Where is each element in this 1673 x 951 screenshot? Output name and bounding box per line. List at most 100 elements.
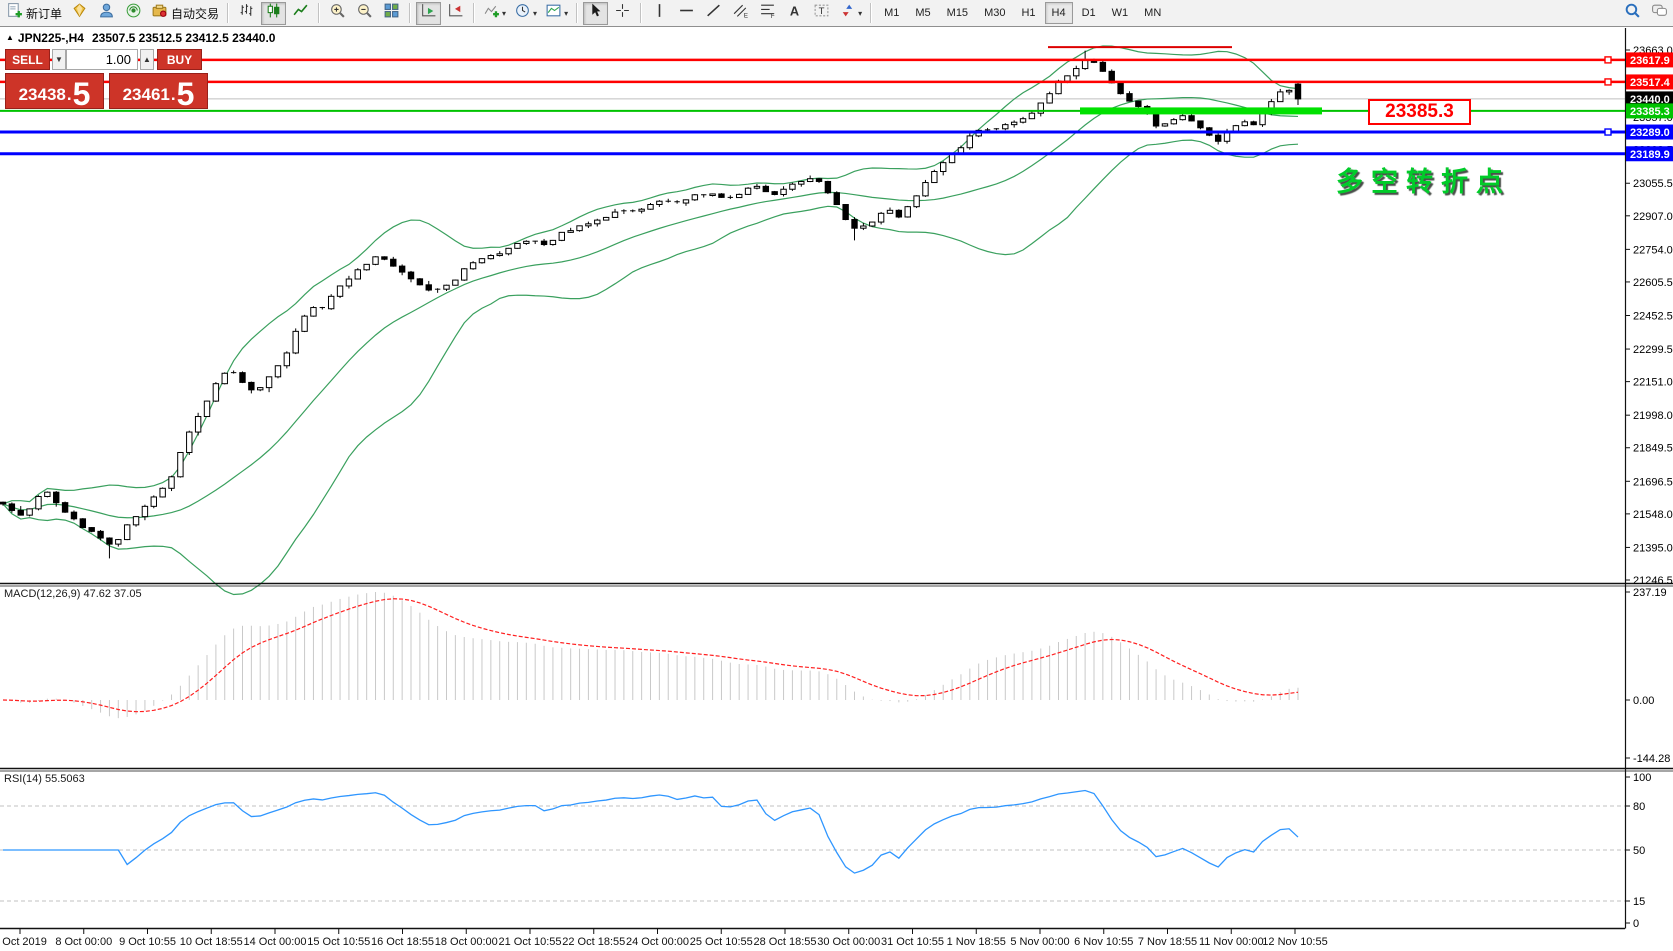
candle [1242,122,1247,126]
clock-icon [514,2,531,24]
buy-price-int: 23461 [123,86,170,103]
candle [187,432,192,452]
candle [541,241,546,244]
signals-button[interactable] [121,2,146,25]
candle [1118,83,1123,94]
timeframe-mn-button[interactable]: MN [1137,2,1168,24]
volume-input[interactable]: 1.00 [66,49,138,70]
rsi-indicator-label: RSI(14) 55.5063 [4,773,85,785]
candle [258,388,263,390]
time-axis-label: 16 Oct 18:55 [371,936,434,948]
candle [213,384,218,401]
candle [790,184,795,189]
periods-button[interactable]: ▾ [511,2,540,25]
candle [9,504,14,511]
autotrading-button[interactable]: 自动交易 [148,2,222,25]
toolbar-separator [473,3,475,23]
rsi-axis-label: 100 [1633,772,1651,784]
community-button[interactable] [94,2,119,25]
channel-button[interactable]: E [728,2,753,25]
rsi-axis-label: 50 [1633,845,1645,857]
time-axis[interactable]: 4 Oct 20198 Oct 00:009 Oct 10:5510 Oct 1… [0,929,1328,949]
timeframe-m1-button[interactable]: M1 [877,2,906,24]
crosshair-button[interactable] [610,2,635,25]
templates-button[interactable]: ▾ [542,2,571,25]
line-chart-icon [292,2,309,24]
horizontal-line-button[interactable] [674,2,699,25]
buy-price-button[interactable]: 23461.5 [109,73,208,109]
price-tick-label: 22299.5 [1633,344,1673,356]
chart-shift-icon [447,2,464,24]
label-button[interactable]: T [809,2,834,25]
auto-scroll-button[interactable] [416,2,441,25]
text-button[interactable]: A [782,2,807,25]
collapse-panel-icon[interactable]: ▲ [6,33,14,42]
vertical-line-button[interactable] [647,2,672,25]
bar-chart-button[interactable] [234,2,259,25]
chat-button[interactable] [1647,2,1672,25]
cursor-button[interactable] [583,2,608,25]
volume-decrease-button[interactable]: ▼ [52,49,66,70]
candle [89,528,94,532]
arrows-button[interactable]: ▾ [836,2,865,25]
candle [222,373,227,383]
timeframe-d1-button[interactable]: D1 [1075,2,1103,24]
trendline-icon [705,2,722,24]
indicators-button[interactable]: ▾ [480,2,509,25]
sell-price-dec: 5 [73,81,91,107]
fibonacci-button[interactable]: F [755,2,780,25]
candle [364,264,369,269]
candle [311,308,316,317]
chevron-down-icon: ▾ [502,9,506,18]
sell-button[interactable]: SELL [5,49,50,70]
time-axis-label: 9 Oct 10:55 [119,936,176,948]
timeframe-h4-button[interactable]: H4 [1045,2,1073,24]
timeframe-m15-button[interactable]: M15 [940,2,975,24]
candle [1215,135,1220,141]
candle [932,172,937,183]
candle [559,232,564,240]
quotes-button[interactable] [67,2,92,25]
timeframe-m5-button[interactable]: M5 [908,2,937,24]
tile-windows-button[interactable] [379,2,404,25]
candle [275,366,280,377]
candle [1278,92,1283,102]
candle [337,286,342,296]
chart-shift-button[interactable] [443,2,468,25]
zoom-in-button[interactable] [325,2,350,25]
trendline-button[interactable] [701,2,726,25]
price-annotation-box[interactable]: 23385.3 [1368,99,1471,125]
macd-axis-label: -144.28 [1633,753,1670,765]
vline-icon [651,2,668,24]
candle [408,272,413,279]
search-button[interactable] [1620,2,1645,25]
rsi-levels [0,806,1625,901]
candle [1011,122,1016,124]
channel-icon: E [732,2,749,24]
timeframe-w1-button[interactable]: W1 [1105,2,1136,24]
time-axis-label: 6 Nov 10:55 [1074,936,1133,948]
candle [1100,62,1105,71]
time-axis-label: 10 Oct 18:55 [180,936,243,948]
candlestick-chart-button[interactable] [261,2,286,25]
new-order-button[interactable]: 新订单 [3,2,65,25]
bollinger-upper [3,46,1298,504]
arrows-icon [839,2,856,24]
line-chart-button[interactable] [288,2,313,25]
volume-increase-button[interactable]: ▲ [140,49,154,70]
time-axis-label: 25 Oct 10:55 [690,936,753,948]
candle [124,525,129,540]
candle [1074,69,1079,76]
sell-price-button[interactable]: 23438.5 [5,73,104,109]
zoom-out-button[interactable] [352,2,377,25]
line-endpoint-marker [1605,57,1611,63]
autotrading-icon [151,2,168,24]
buy-button[interactable]: BUY [157,49,202,70]
timeframe-m30-button[interactable]: M30 [977,2,1012,24]
candle [781,189,786,194]
candle [470,263,475,269]
candle [497,254,502,256]
time-axis-label: 8 Oct 00:00 [55,936,112,948]
candle [745,188,750,194]
timeframe-h1-button[interactable]: H1 [1014,2,1042,24]
